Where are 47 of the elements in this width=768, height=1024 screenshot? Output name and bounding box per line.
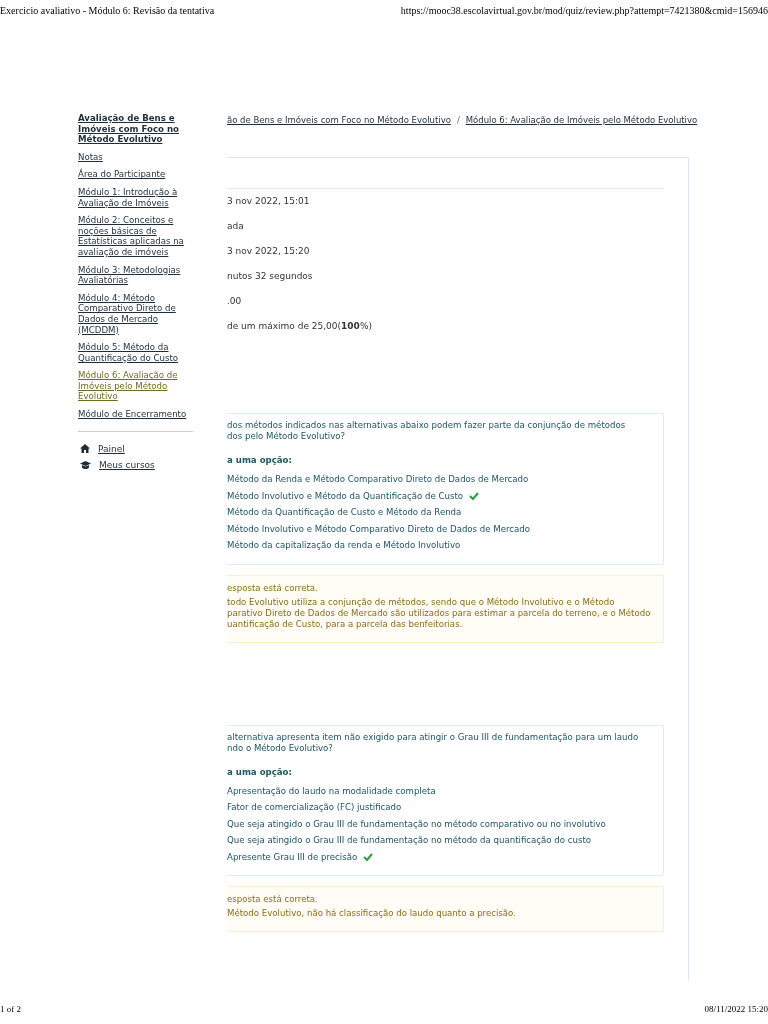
checkmark-icon [469,491,480,500]
graduation-cap-icon [80,460,91,469]
sidebar-link[interactable]: Módulo 6: Avaliação de Imóveis pelo Método Evolutivo [78,370,194,403]
sidebar-link[interactable]: Módulo 5: Método da Quantificação do Custo [78,342,194,364]
home-icon [80,444,90,454]
feedback-status: esposta está correta. [227,582,319,594]
sidebar-link[interactable]: Módulo 4: Método Comparativo Direto de Dados de Mercado (MCDDM) [78,292,194,336]
nav-link[interactable]: Meus cursos [99,459,155,470]
answer-option[interactable]: Que seja atingido o Grau III de fundamentação no método comparativo ou no involutivo [227,818,606,829]
print-date: 08/11/2022 15:20 [704,1004,768,1014]
answer-option[interactable]: Método da capitalização da renda e Método Involutivo [227,540,461,551]
answer-option[interactable]: Apresentação do laudo na modalidade completa [227,785,436,796]
breadcrumb-link[interactable]: Módulo 6: Avaliação de Imóveis pelo Método Evolutivo [465,115,698,157]
checkmark-icon [363,852,374,861]
feedback-text: todo Evolutivo utiliza a conjunção de métodos, sendo que o Método Involutivo e o Método parativo Direto de Dados de Mercado são utilizados para estimar a parcela do terreno, e o Método uantificação de Custo, para a parcela das benfeitorias. [227,596,652,630]
answer-option[interactable]: Método da Renda e Método Comparativo Direto de Dados de Mercado [227,474,529,485]
feedback-status: esposta está correta. [227,894,319,905]
answer-prompt: a uma opção: [227,455,293,465]
summary-value: 3 nov 2022, 15:20 [227,245,311,258]
answer-option[interactable]: Que seja atingido o Grau III de fundamentação no método da quantificação do custo [227,835,592,846]
sidebar-link[interactable]: Módulo 1: Introdução à Avaliação de Imóveis [78,186,194,209]
answer-prompt: a uma opção: [227,766,293,777]
nav-link[interactable]: Painel [98,443,125,454]
page-url: https://mooc38.escolavirtual.gov.br/mod/quiz/review.php?attempt=7421380&cmid=156946 [400,4,768,16]
sidebar-link[interactable]: Módulo de Encerramento [78,409,194,420]
answer-option[interactable]: Método Involutivo e Método Comparativo Direto de Dados de Mercado [227,523,531,534]
sidebar-link[interactable]: Notas [78,151,194,163]
question-text: dos métodos indicados nas alternativas abaixo podem fazer parte da conjunção de métodos dos pelo Método Evolutivo? [227,420,627,442]
summary-value: nutos 32 segundos [227,270,314,283]
question-text: alternativa apresenta item não exigido para atingir o Grau III de fundamentação para um laudo ndo o Método Evolutivo? [227,731,640,754]
summary-value: de um máximo de 25,00(100%) [227,320,373,333]
sidebar-link[interactable]: Área do Participante [78,169,194,180]
sidebar-link[interactable]: Módulo 3: Metodologias Avaliatórias [78,264,194,286]
answer-option[interactable]: Método da Quantificação de Custo e Método da Renda [227,507,462,518]
feedback-text: Método Evolutivo, não há classificação do laudo quanto a precisão. [227,908,517,919]
breadcrumb-link[interactable]: ão de Bens e Imóveis com Foco no Método Evolutivo [227,115,451,157]
sidebar-link[interactable]: Módulo 2: Conceitos e noções básicas de Estatísticas aplicadas na avaliação de imóveis [78,215,194,258]
answer-option[interactable]: Apresente Grau III de precisão [227,851,358,862]
page-number: 1 of 2 [0,1004,21,1014]
breadcrumb-separator: / [456,115,460,127]
summary-value: ada [227,220,245,233]
answer-option[interactable]: Método Involutivo e Método da Quantificação de Custo [227,490,464,501]
course-link[interactable]: Avaliação de Bens e Imóveis com Foco no Método Evolutivo [78,113,194,145]
summary-value: 3 nov 2022, 15:01 [227,195,311,208]
page-title: Exercicio avaliativo - Módulo 6: Revisão da tentativa [0,4,215,16]
answer-option[interactable]: Fator de comercialização (FC) justificado [227,802,402,813]
summary-value: .00 [227,295,243,308]
